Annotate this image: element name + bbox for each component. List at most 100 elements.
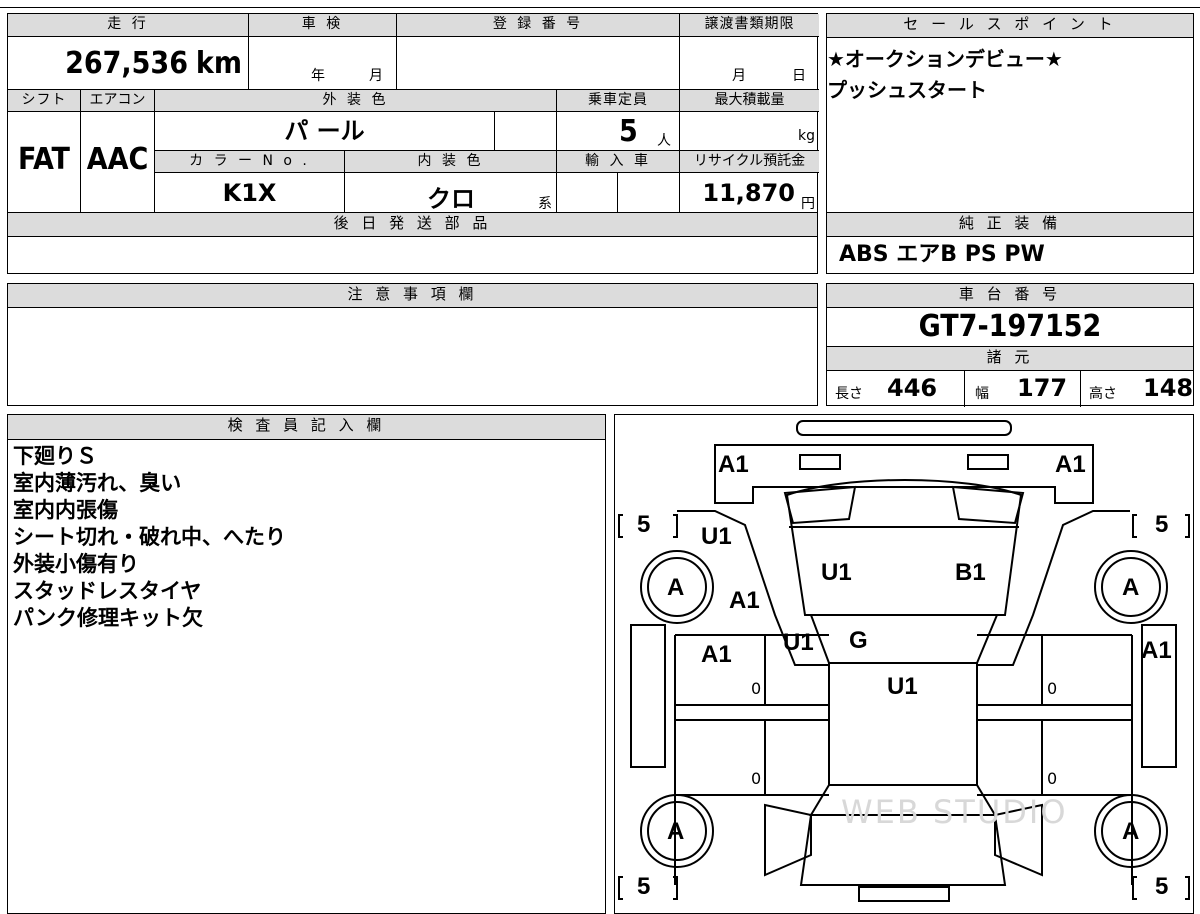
chassis-box: 車 台 番 号 GT7-197152 諸 元 長さ 446 幅 177 高さ 1…: [826, 283, 1194, 407]
max-load-header: 最大積載量: [680, 90, 819, 112]
interior-color-header: 内 装 色: [345, 151, 557, 173]
vehicle-info-table: 走 行 車 検 登 録 番 号 譲渡書類期限 267,536 km 年 月 月 …: [7, 13, 819, 213]
sales-point-line-2: プッシュスタート: [827, 78, 987, 102]
top-strip: [0, 0, 1200, 8]
chassis-value: GT7-197152: [827, 308, 1193, 347]
mileage-unit: km: [195, 46, 242, 81]
mark-windshield: G: [849, 627, 868, 654]
import-cell-a: [557, 173, 618, 213]
mark-front-left: A1: [718, 451, 749, 478]
specs-height: 高さ 148: [1081, 371, 1193, 407]
caution-header: 注 意 事 項 欄: [8, 284, 817, 308]
equipment-box: 純 正 装 備 ABS エアB PS PW: [826, 212, 1194, 274]
caution-box: 注 意 事 項 欄: [7, 283, 818, 406]
inspector-box: 検 査 員 記 入 欄 下廻りＳ 室内薄汚れ、臭い 室内内張傷 シート切れ・破れ…: [7, 414, 606, 914]
mileage-value: 267,536: [65, 46, 188, 81]
tread-front-left: 5: [637, 511, 651, 538]
sales-point-line-1: ★オークションデビュー★: [827, 47, 1063, 71]
interior-color-suffix: 系: [538, 196, 552, 212]
mark-cowl: U1: [783, 629, 814, 656]
mark-door-front-right: A1: [1141, 637, 1172, 664]
inspection-month: 月: [369, 68, 383, 84]
specs-width: 幅 177: [965, 371, 1081, 407]
sales-point-box: セ ー ル ス ポ イ ン ト ★オークションデビュー★ プッシュスタート: [826, 13, 1194, 213]
specs-length-value: 446: [887, 374, 938, 402]
inspector-note: スタッドレスタイヤ: [13, 579, 202, 603]
door-zero: 0: [1047, 769, 1058, 788]
inspector-note: パンク修理キット欠: [13, 606, 204, 630]
specs-width-label: 幅: [975, 386, 989, 402]
specs-height-label: 高さ: [1089, 386, 1117, 402]
recycle-unit: 円: [801, 196, 815, 212]
recycle-cell: 11,870 円: [680, 173, 819, 213]
exterior-color-value: パ ール: [284, 117, 365, 145]
recycle-value: 11,870: [702, 179, 795, 207]
tire-front-left: A: [667, 574, 685, 601]
specs-width-value: 177: [1017, 374, 1068, 402]
inspector-note: 下廻りＳ: [13, 444, 97, 468]
max-load-cell: kg: [680, 112, 819, 151]
chassis-header: 車 台 番 号: [827, 284, 1193, 308]
door-zero: 0: [1047, 679, 1058, 698]
sales-point-header: セ ー ル ス ポ イ ン ト: [827, 14, 1193, 38]
inspector-note: 外装小傷有り: [13, 552, 139, 576]
mileage-header: 走 行: [8, 14, 249, 37]
interior-color-cell: クロ 系: [345, 173, 557, 213]
exterior-color-cell: パ ール: [155, 112, 495, 151]
specs-header: 諸 元: [827, 347, 1193, 371]
tread-rear-right: 5: [1155, 873, 1169, 900]
inspection-cell: 年 月: [249, 37, 397, 90]
capacity-header: 乗車定員: [557, 90, 680, 112]
exterior-color-extra: [495, 112, 557, 151]
aircon-value: AAC: [86, 142, 149, 177]
tire-rear-right: A: [1122, 818, 1140, 845]
equipment-header: 純 正 装 備: [827, 213, 1193, 237]
mark-roof: U1: [887, 673, 918, 700]
specs-length-label: 長さ: [835, 386, 863, 402]
inspector-header: 検 査 員 記 入 欄: [8, 415, 605, 440]
tire-front-right: A: [1122, 574, 1140, 601]
shift-value: FAT: [18, 142, 70, 177]
inspector-note: 室内薄汚れ、臭い: [13, 471, 182, 495]
import-header: 輸 入 車: [557, 151, 680, 173]
color-no-value: K1X: [222, 179, 277, 207]
max-load-unit: kg: [798, 128, 815, 144]
capacity-value: 5: [619, 114, 638, 149]
mileage-cell: 267,536 km: [8, 37, 249, 90]
mark-fender-left: U1: [701, 523, 732, 550]
tread-rear-left: 5: [637, 873, 651, 900]
aircon-header: エアコン: [81, 90, 155, 112]
specs-row: 長さ 446 幅 177 高さ 148: [827, 371, 1193, 407]
recycle-header: リサイクル預託金: [680, 151, 819, 173]
mark-hood-right: B1: [955, 559, 986, 586]
mark-fender-left-2: A1: [729, 587, 760, 614]
specs-length: 長さ 446: [827, 371, 965, 407]
tire-rear-left: A: [667, 818, 685, 845]
aircon-cell: AAC: [81, 112, 155, 213]
transfer-day: 日: [792, 68, 806, 84]
specs-height-value: 148: [1143, 374, 1194, 402]
interior-color-value: クロ: [427, 185, 475, 213]
shift-header: シフト: [8, 90, 81, 112]
transfer-header: 譲渡書類期限: [680, 14, 819, 37]
mark-hood-left: U1: [821, 559, 852, 586]
inspector-note: 室内内張傷: [13, 498, 118, 522]
registration-cell: [397, 37, 680, 90]
color-no-cell: K1X: [155, 173, 345, 213]
mark-front-right: A1: [1055, 451, 1086, 478]
door-zero: 0: [751, 679, 762, 698]
transfer-month: 月: [732, 68, 746, 84]
registration-header: 登 録 番 号: [397, 14, 680, 37]
inspection-header: 車 検: [249, 14, 397, 37]
later-parts-header: 後 日 発 送 部 品: [8, 213, 817, 237]
inspection-year: 年: [311, 68, 325, 84]
tread-front-right: 5: [1155, 511, 1169, 538]
capacity-unit: 人: [657, 133, 671, 149]
color-no-header: カ ラ ー N o .: [155, 151, 345, 173]
import-cell-b: [618, 173, 680, 213]
equipment-value: ABS エアB PS PW: [839, 242, 1045, 267]
watermark: WEB STUDIO: [841, 793, 1068, 831]
exterior-color-header: 外 装 色: [155, 90, 557, 112]
capacity-cell: 5 人: [557, 112, 680, 151]
later-parts-box: 後 日 発 送 部 品: [7, 212, 818, 274]
